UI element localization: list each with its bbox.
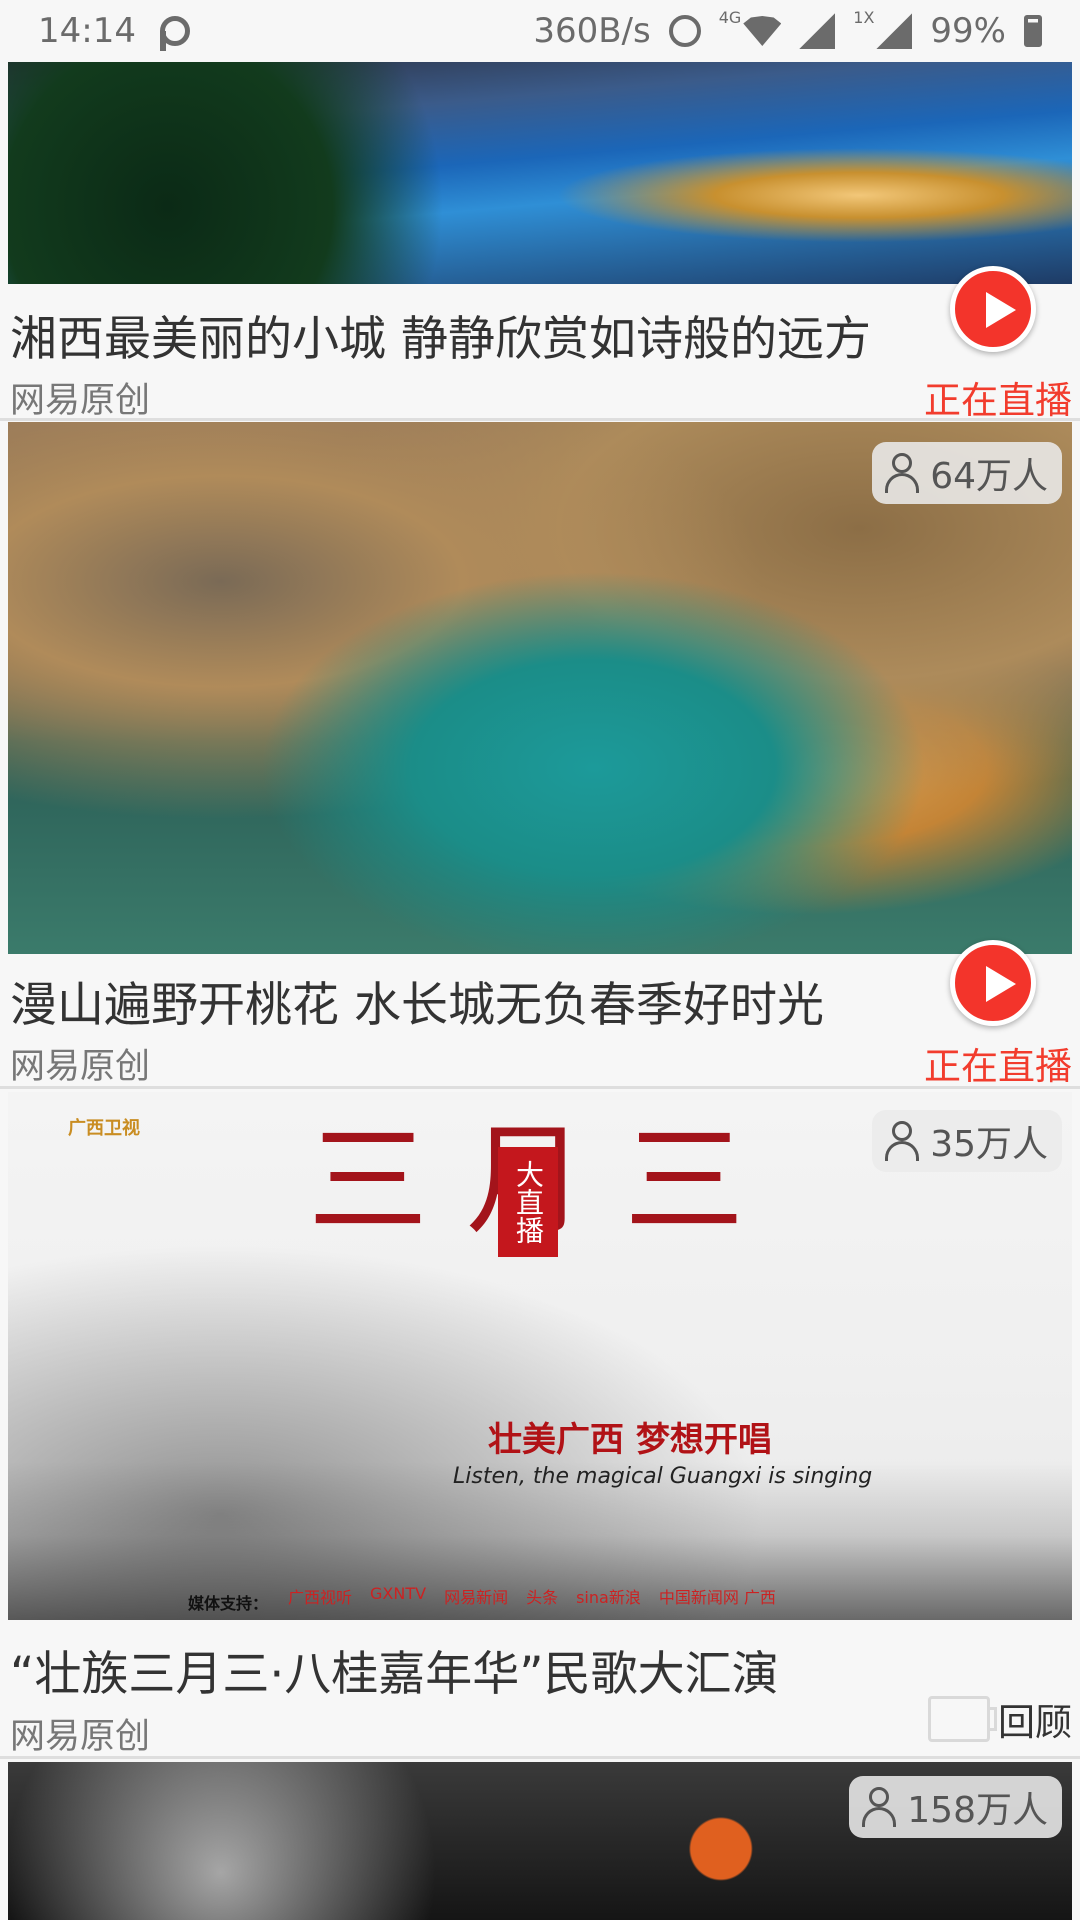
signal-icon-2 <box>876 13 913 49</box>
live-status: 正在直播 <box>924 1045 1072 1088</box>
partner: 广西视听 <box>288 1588 353 1607</box>
play-button[interactable] <box>950 266 1036 352</box>
card-title[interactable]: 湘西最美丽的小城 静静欣赏如诗般的远方 <box>10 300 950 369</box>
status-bar: 14:14 360B/s 4G 1X 99% <box>0 0 1080 62</box>
parking-app-icon <box>159 16 190 51</box>
divider <box>0 1086 1080 1089</box>
play-icon <box>986 966 1016 1002</box>
wifi-icon <box>743 16 782 46</box>
battery-icon <box>1024 15 1042 47</box>
network-1x-label: 1X <box>853 7 875 27</box>
viewer-count-badge: 158万人 <box>849 1776 1062 1838</box>
network-4g-label: 4G <box>718 7 742 27</box>
divider <box>0 418 1080 421</box>
partner: 网易新闻 <box>444 1588 509 1607</box>
live-card[interactable]: 158万人 <box>0 1762 1080 1920</box>
live-card[interactable]: 广西卫视 三 月 三 大直播 壮美广西 梦想开唱 Listen, the mag… <box>0 1092 1080 1762</box>
status-time: 14:14 <box>38 11 136 51</box>
play-icon <box>986 292 1016 328</box>
replay-button[interactable]: 回顾 <box>928 1692 1072 1746</box>
person-icon <box>884 1121 920 1161</box>
viewer-count-badge: 35万人 <box>872 1110 1062 1172</box>
card-source: 网易原创 <box>10 381 151 421</box>
person-icon <box>861 1787 897 1827</box>
card-source: 网易原创 <box>10 1047 151 1087</box>
channel-logo: 广西卫视 <box>68 1118 140 1139</box>
card-title[interactable]: “壮族三月三·八桂嘉年华”民歌大汇演 <box>10 1635 950 1704</box>
partner: 中国新闻网 广西 <box>658 1588 776 1607</box>
partner: GXNTV <box>370 1584 427 1603</box>
play-button[interactable] <box>950 940 1036 1026</box>
replay-label: 回顾 <box>998 1701 1072 1744</box>
alarm-icon <box>668 15 701 47</box>
partner: 头条 <box>526 1588 559 1607</box>
viewer-count: 64万人 <box>930 456 1048 497</box>
card-title[interactable]: 漫山遍野开桃花 水长城无负春季好时光 <box>10 966 950 1035</box>
media-support-label: 媒体支持： <box>188 1594 269 1613</box>
media-partners: 广西视听 GXNTV 网易新闻 头条 sina新浪 中国新闻网 广西 <box>288 1584 776 1608</box>
partner: sina新浪 <box>576 1588 641 1607</box>
person-icon <box>884 453 920 493</box>
battery-percent: 99% <box>930 11 1006 51</box>
card-thumbnail[interactable] <box>8 62 1072 284</box>
banner-slogan: 壮美广西 梦想开唱 <box>488 1420 772 1460</box>
live-card[interactable]: 64万人 漫山遍野开桃花 水长城无负春季好时光 网易原创 正在直播 <box>0 422 1080 1092</box>
viewer-count: 158万人 <box>907 1790 1048 1831</box>
viewer-count: 35万人 <box>930 1124 1048 1165</box>
video-camera-icon <box>928 1696 997 1742</box>
card-source: 网易原创 <box>10 1717 151 1757</box>
viewer-count-badge: 64万人 <box>872 442 1062 504</box>
banner-subtitle: Listen, the magical Guangxi is singing <box>453 1464 873 1489</box>
signal-icon <box>799 13 836 49</box>
live-tag: 大直播 <box>498 1147 558 1257</box>
live-status: 正在直播 <box>924 379 1072 422</box>
net-speed: 360B/s <box>533 11 651 51</box>
live-card[interactable]: 湘西最美丽的小城 静静欣赏如诗般的远方 网易原创 正在直播 <box>0 62 1080 422</box>
divider <box>0 1756 1080 1759</box>
